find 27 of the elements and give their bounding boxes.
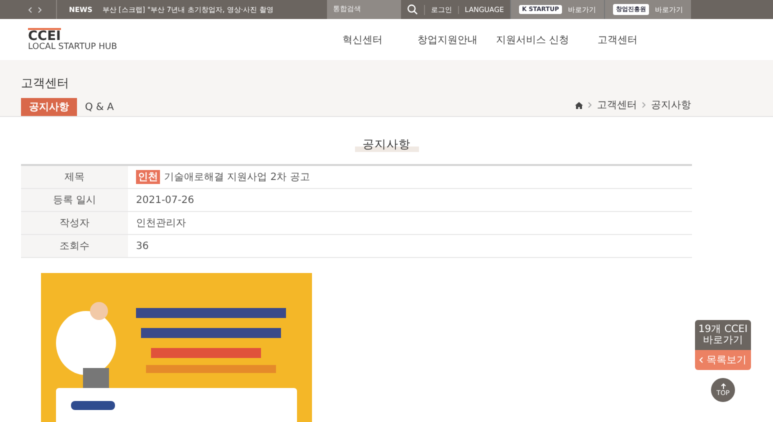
field-label: 작성자 <box>21 212 128 234</box>
section-title: 공지사항 <box>354 137 418 152</box>
field-value: 36 <box>136 240 149 252</box>
tab[interactable]: Q & A <box>77 98 122 116</box>
home-icon[interactable] <box>575 102 583 108</box>
nav-item[interactable]: 지원서비스 신청 <box>490 32 575 46</box>
nav-item[interactable]: 고객센터 <box>575 32 660 46</box>
chevron-icon <box>588 102 592 108</box>
region-tag: 인천 <box>136 170 160 184</box>
field-label: 제목 <box>21 166 128 188</box>
field-value: 인천관리자 <box>136 217 186 230</box>
breadcrumb-item[interactable]: 공지사항 <box>651 98 691 112</box>
arrow-up-icon <box>720 383 726 389</box>
logo-title[interactable]: CCEI <box>28 28 61 43</box>
field-value: 2021-07-26 <box>136 194 194 206</box>
page-title: 고객센터 <box>21 75 70 92</box>
field-label: 등록 일시 <box>21 189 128 211</box>
ccei-shortcut-button[interactable]: 19개 CCEI 바로가기 <box>695 320 751 350</box>
chevron-left-icon <box>699 357 704 363</box>
logo-subtitle: LOCAL STARTUP HUB <box>28 42 118 52</box>
search-icon[interactable] <box>406 4 418 15</box>
breadcrumb-item[interactable]: 고객센터 <box>597 98 637 112</box>
field-label: 조회수 <box>21 235 128 257</box>
chevron-icon <box>642 102 646 108</box>
nav-item[interactable]: 혁신센터 <box>320 32 405 46</box>
field-value: 기술애로해결 지원사업 2차 공고 <box>164 171 310 184</box>
nav-item[interactable]: 창업지원안내 <box>405 32 490 46</box>
